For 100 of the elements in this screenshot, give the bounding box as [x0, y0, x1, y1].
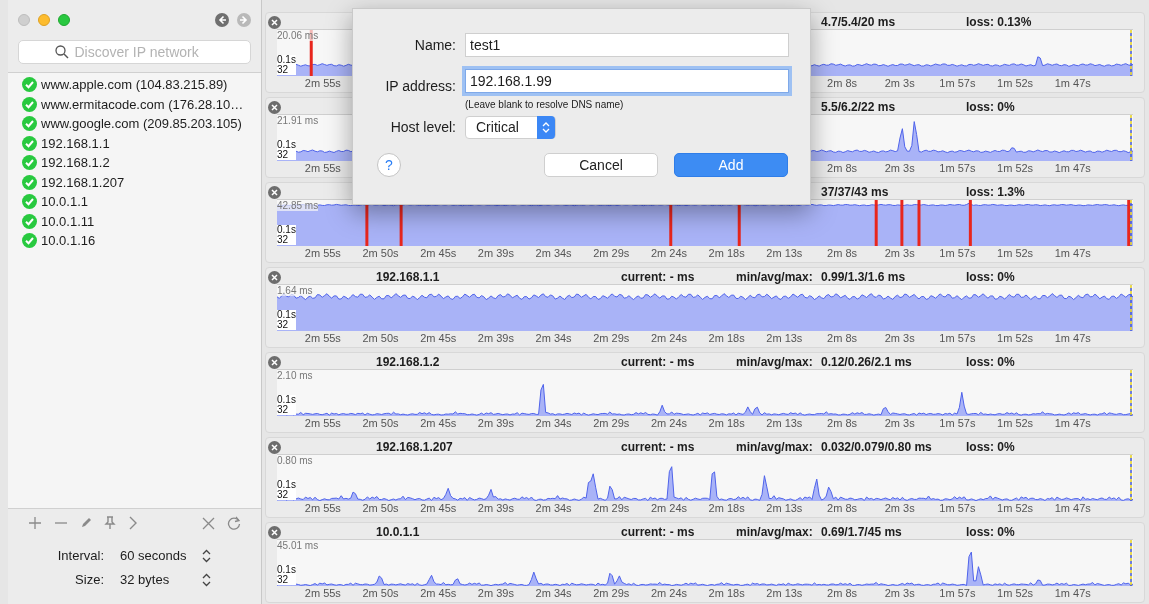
- search-field[interactable]: Discover IP network: [18, 40, 251, 64]
- time-tick: 2m 55s: [303, 501, 342, 516]
- timeout-label: 0.1s: [277, 225, 296, 235]
- close-icon[interactable]: [268, 270, 281, 284]
- time-tick: 2m 45s: [419, 501, 458, 516]
- host-level-popup[interactable]: Critical: [465, 116, 556, 139]
- host-name: 192.168.1.2: [376, 355, 440, 369]
- close-icon[interactable]: [268, 185, 281, 199]
- size-label: 32: [277, 320, 290, 330]
- time-tick: 2m 3s: [883, 416, 916, 431]
- time-tick: 2m 18s: [707, 501, 746, 516]
- host-name[interactable]: 192.168.1.1: [41, 133, 110, 153]
- name-field[interactable]: test1: [465, 33, 789, 57]
- host-name[interactable]: www.google.com (209.85.203.105): [41, 114, 242, 134]
- time-tick: 2m 3s: [883, 501, 916, 516]
- close-icon[interactable]: [268, 15, 281, 29]
- close-icon[interactable]: [268, 355, 281, 369]
- forward-icon[interactable]: [237, 13, 251, 27]
- stepper-icon[interactable]: [202, 549, 211, 563]
- size-label: 32: [277, 405, 290, 415]
- time-tick: 1m 47s: [1053, 161, 1092, 176]
- refresh-icon[interactable]: [227, 516, 241, 530]
- check-icon: [22, 96, 37, 112]
- close-icon[interactable]: [202, 516, 215, 530]
- stat-value: current: - ms: [621, 270, 695, 284]
- time-tick: 1m 47s: [1053, 246, 1092, 261]
- close-icon[interactable]: [268, 100, 281, 114]
- time-tick: 2m 50s: [361, 331, 400, 346]
- check-icon: [22, 77, 37, 93]
- stat-value: loss: 0%: [966, 355, 1015, 369]
- window-zoom-icon[interactable]: [58, 14, 70, 26]
- host-name: 10.0.1.1: [376, 525, 420, 539]
- ip-address-field[interactable]: 192.168.1.99: [465, 69, 789, 93]
- setting-value[interactable]: 60 seconds: [120, 546, 202, 566]
- max-label: 20.06 ms: [277, 30, 319, 41]
- host-name[interactable]: www.apple.com (104.83.215.89): [41, 75, 228, 95]
- timeout-label: 0.1s: [277, 140, 296, 150]
- time-tick: 2m 50s: [361, 586, 400, 601]
- time-tick: 2m 55s: [303, 246, 342, 261]
- pencil-icon[interactable]: [80, 517, 92, 529]
- time-tick: 2m 13s: [765, 586, 804, 601]
- size-label: 32: [277, 235, 290, 245]
- time-tick: 2m 3s: [883, 586, 916, 601]
- time-tick: 2m 8s: [826, 76, 858, 91]
- current-time-marker: [1130, 200, 1132, 246]
- time-tick: 1m 57s: [938, 501, 977, 516]
- setting-value[interactable]: 32 bytes: [120, 570, 202, 590]
- close-icon[interactable]: [268, 525, 281, 539]
- time-tick: 2m 50s: [361, 501, 400, 516]
- time-tick: 1m 52s: [996, 246, 1035, 261]
- time-tick: 2m 29s: [592, 586, 631, 601]
- stat-value: loss: 0%: [966, 100, 1015, 114]
- timeout-label: 0.1s: [277, 480, 296, 490]
- time-tick: 1m 57s: [938, 161, 977, 176]
- pin-icon[interactable]: [104, 516, 116, 530]
- time-tick: 1m 47s: [1053, 586, 1092, 601]
- time-tick: 2m 55s: [303, 586, 342, 601]
- time-tick: 2m 24s: [649, 416, 688, 431]
- packet-loss-marker: [874, 200, 878, 246]
- timeout-label: 0.1s: [277, 395, 296, 405]
- time-tick: 2m 45s: [419, 246, 458, 261]
- host-name[interactable]: 192.168.1.207: [41, 172, 125, 192]
- time-tick: 1m 57s: [938, 246, 977, 261]
- current-time-marker: [1130, 285, 1132, 331]
- stat-value: 4.7/5.4/20 ms: [821, 15, 896, 29]
- stat-value: loss: 0%: [966, 270, 1015, 284]
- time-tick: 2m 39s: [476, 501, 515, 516]
- host-name[interactable]: www.ermitacode.com (176.28.10…: [41, 94, 244, 114]
- host-name: 192.168.1.207: [376, 440, 453, 454]
- packet-loss-marker: [917, 200, 921, 246]
- max-label: 42.85 ms: [277, 200, 319, 211]
- close-icon[interactable]: [268, 440, 281, 454]
- stat-value: 0.032/0.079/0.80 ms: [821, 440, 932, 454]
- time-tick: 2m 39s: [476, 246, 515, 261]
- dialog-button[interactable]: Cancel: [544, 153, 658, 177]
- back-icon[interactable]: [215, 13, 229, 27]
- search-icon: [54, 45, 69, 59]
- stepper-icon[interactable]: [202, 573, 211, 587]
- time-tick: 2m 34s: [534, 331, 573, 346]
- time-tick: 2m 18s: [707, 331, 746, 346]
- host-name[interactable]: 10.0.1.16: [41, 231, 96, 251]
- add-icon[interactable]: [28, 516, 42, 530]
- current-time-marker: [1130, 115, 1132, 161]
- stat-value: 0.69/1.7/45 ms: [821, 525, 902, 539]
- time-tick: 2m 34s: [534, 501, 573, 516]
- window-close-icon[interactable]: [18, 14, 30, 26]
- host-name[interactable]: 10.0.1.11: [41, 211, 95, 231]
- time-tick: 2m 39s: [476, 586, 515, 601]
- stat-value: 37/37/43 ms: [821, 185, 889, 199]
- chevron-right-icon[interactable]: [128, 516, 138, 530]
- time-tick: 2m 3s: [883, 76, 916, 91]
- time-tick: 2m 24s: [649, 586, 688, 601]
- size-label: 32: [277, 575, 290, 585]
- host-name: 192.168.1.1: [376, 270, 440, 284]
- max-label: 2.10 ms: [277, 370, 313, 381]
- window-minimize-icon[interactable]: [38, 14, 50, 26]
- help-button[interactable]: ?: [377, 153, 401, 177]
- host-name[interactable]: 10.0.1.1: [41, 192, 88, 212]
- host-name[interactable]: 192.168.1.2: [41, 153, 110, 173]
- check-icon: [22, 155, 37, 171]
